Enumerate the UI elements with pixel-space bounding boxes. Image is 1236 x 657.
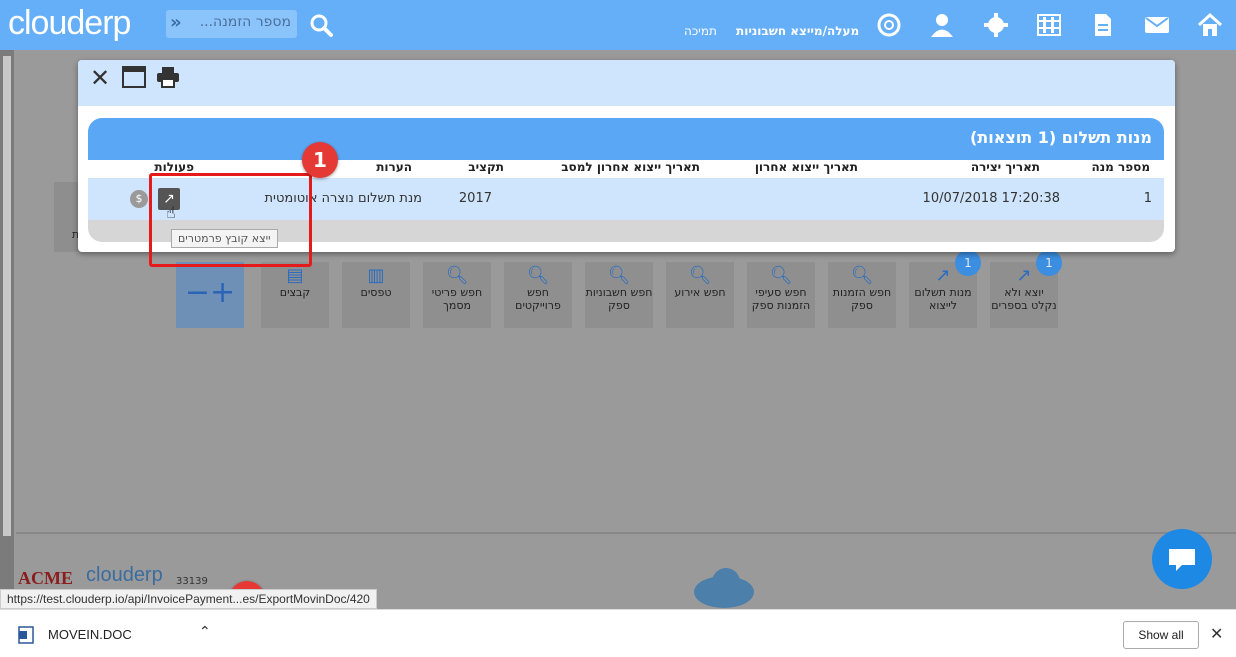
clouderp-logo[interactable]: clouderp xyxy=(8,4,131,43)
tile-label: חפש אירוע xyxy=(674,286,726,299)
col-actions: פעולות xyxy=(154,160,194,174)
footer-number: 33139 xyxy=(176,576,208,587)
tile-search-event[interactable]: 🔍︎ חפש אירוע xyxy=(666,262,734,328)
order-search-input[interactable]: מספר הזמנה... « xyxy=(166,10,297,38)
tile-label: חפש חשבוניות ספק xyxy=(585,286,653,312)
col-notes[interactable]: הערות xyxy=(376,160,412,174)
search-icon: 🔍︎ xyxy=(850,265,874,286)
columns-icon: ▥ xyxy=(367,265,385,286)
file-icon: ▤ xyxy=(286,265,304,286)
col-created-date[interactable]: תאריך יצירה xyxy=(971,160,1040,174)
search-icon: 🔍︎ xyxy=(526,265,550,286)
top-navbar: clouderp מספר הזמנה... « תמיכה מעלה/מייצ… xyxy=(0,0,1236,50)
tile-label: חפש סעיפי הזמנות ספק xyxy=(751,286,811,312)
tile-files[interactable]: ▤ קבצים xyxy=(261,262,329,328)
user-icon[interactable] xyxy=(929,12,955,38)
panel-title: מנות תשלום (1 תוצאות) xyxy=(88,118,1164,160)
col-last-export-date[interactable]: תאריך ייצוא אחרון xyxy=(755,160,858,174)
modal-header: ✕ xyxy=(78,60,1175,106)
tile-search-supplier-invoices[interactable]: 🔍︎ חפש חשבוניות ספק xyxy=(585,262,653,328)
callout-number-1: 1 xyxy=(302,142,338,178)
tile-label: טפסים xyxy=(360,286,392,299)
home-icon[interactable] xyxy=(1197,12,1223,38)
tile-label: מנות תשלום לייצוא xyxy=(914,286,972,312)
acme-logo: ACME xyxy=(18,568,73,588)
tile-search-projects[interactable]: 🔍︎ חפש פרוייקטים xyxy=(504,262,572,328)
content-divider xyxy=(16,532,1236,534)
chat-icon xyxy=(1169,549,1195,571)
page-scrollbar[interactable] xyxy=(0,50,14,610)
word-doc-icon xyxy=(18,626,34,644)
search-icon: 🔍︎ xyxy=(607,265,631,286)
tile-label: חפש הזמנות ספק xyxy=(832,286,892,312)
cell-batch-number: 1 xyxy=(1143,191,1152,206)
search-icon: 🔍︎ xyxy=(688,265,712,286)
tile-label: יוצא ולא נקלט בספרים xyxy=(991,286,1057,312)
callout-box-export xyxy=(149,173,312,267)
document-icon[interactable] xyxy=(1090,12,1116,38)
close-download-bar-icon[interactable]: ✕ xyxy=(1210,624,1223,643)
gear-icon[interactable] xyxy=(983,12,1009,38)
tile-exported-not-booked[interactable]: 1 ↗ יוצא ולא נקלט בספרים xyxy=(990,250,1062,328)
col-last-masav-export-date[interactable]: תאריך ייצוא אחרון למסב xyxy=(561,160,700,174)
download-bar: MOVEIN.DOC ⌃ Show all ✕ xyxy=(0,609,1236,657)
col-batch-number[interactable]: מספר מנה xyxy=(1092,160,1151,174)
tile-search-supplier-orders[interactable]: 🔍︎ חפש הזמנות ספק xyxy=(828,262,896,328)
col-budget[interactable]: תקציב xyxy=(468,160,504,174)
add-tile-button[interactable]: −+ xyxy=(176,262,244,328)
search-placeholder: מספר הזמנה... xyxy=(199,14,291,30)
tile-forms[interactable]: ▥ טפסים xyxy=(342,262,410,328)
tile-search-supplier-order-lines[interactable]: 🔍︎ חפש סעיפי הזמנות ספק xyxy=(747,262,815,328)
money-bag-icon[interactable]: $ xyxy=(130,190,148,208)
tile-badge: 1 xyxy=(955,250,981,276)
scrollbar-thumb[interactable] xyxy=(3,56,11,536)
print-icon[interactable] xyxy=(156,66,180,94)
tile-badge: 1 xyxy=(1036,250,1062,276)
search-icon: 🔍︎ xyxy=(769,265,793,286)
abacus-icon[interactable] xyxy=(1036,12,1062,38)
cell-budget: 2017 xyxy=(458,191,492,206)
cell-created-date: 10/07/2018 17:20:38 xyxy=(922,191,1060,206)
status-bar-url: https://test.clouderp.io/api/InvoicePaym… xyxy=(0,589,377,609)
close-icon[interactable]: ✕ xyxy=(90,64,110,92)
cloud-icon xyxy=(694,568,754,608)
show-all-button[interactable]: Show all xyxy=(1123,621,1199,649)
chevron-up-icon[interactable]: ⌃ xyxy=(199,624,211,640)
search-icon[interactable] xyxy=(308,12,334,38)
tile-label: חפש פרוייקטים xyxy=(515,286,561,312)
lifebuoy-icon[interactable] xyxy=(876,12,902,38)
search-icon: 🔍︎ xyxy=(445,265,469,286)
support-link[interactable]: תמיכה xyxy=(684,24,717,38)
envelope-icon[interactable] xyxy=(1144,12,1170,38)
chat-button[interactable] xyxy=(1152,529,1212,589)
chevrons-left-icon[interactable]: « xyxy=(170,12,182,33)
maximize-icon[interactable] xyxy=(122,66,146,94)
tile-payment-batches-export[interactable]: 1 ↗ מנות תשלום לייצוא xyxy=(909,250,981,328)
clouderp-footer-logo: clouderp xyxy=(86,564,163,586)
upload-export-invoices-link[interactable]: מעלה/מייצא חשבוניות xyxy=(736,24,859,38)
tile-label: חפש פריטי מסמך xyxy=(431,286,483,312)
downloaded-file-name[interactable]: MOVEIN.DOC xyxy=(48,627,132,642)
tile-label: קבצים xyxy=(279,286,311,299)
tile-search-document-items[interactable]: 🔍︎ חפש פריטי מסמך xyxy=(423,262,491,328)
